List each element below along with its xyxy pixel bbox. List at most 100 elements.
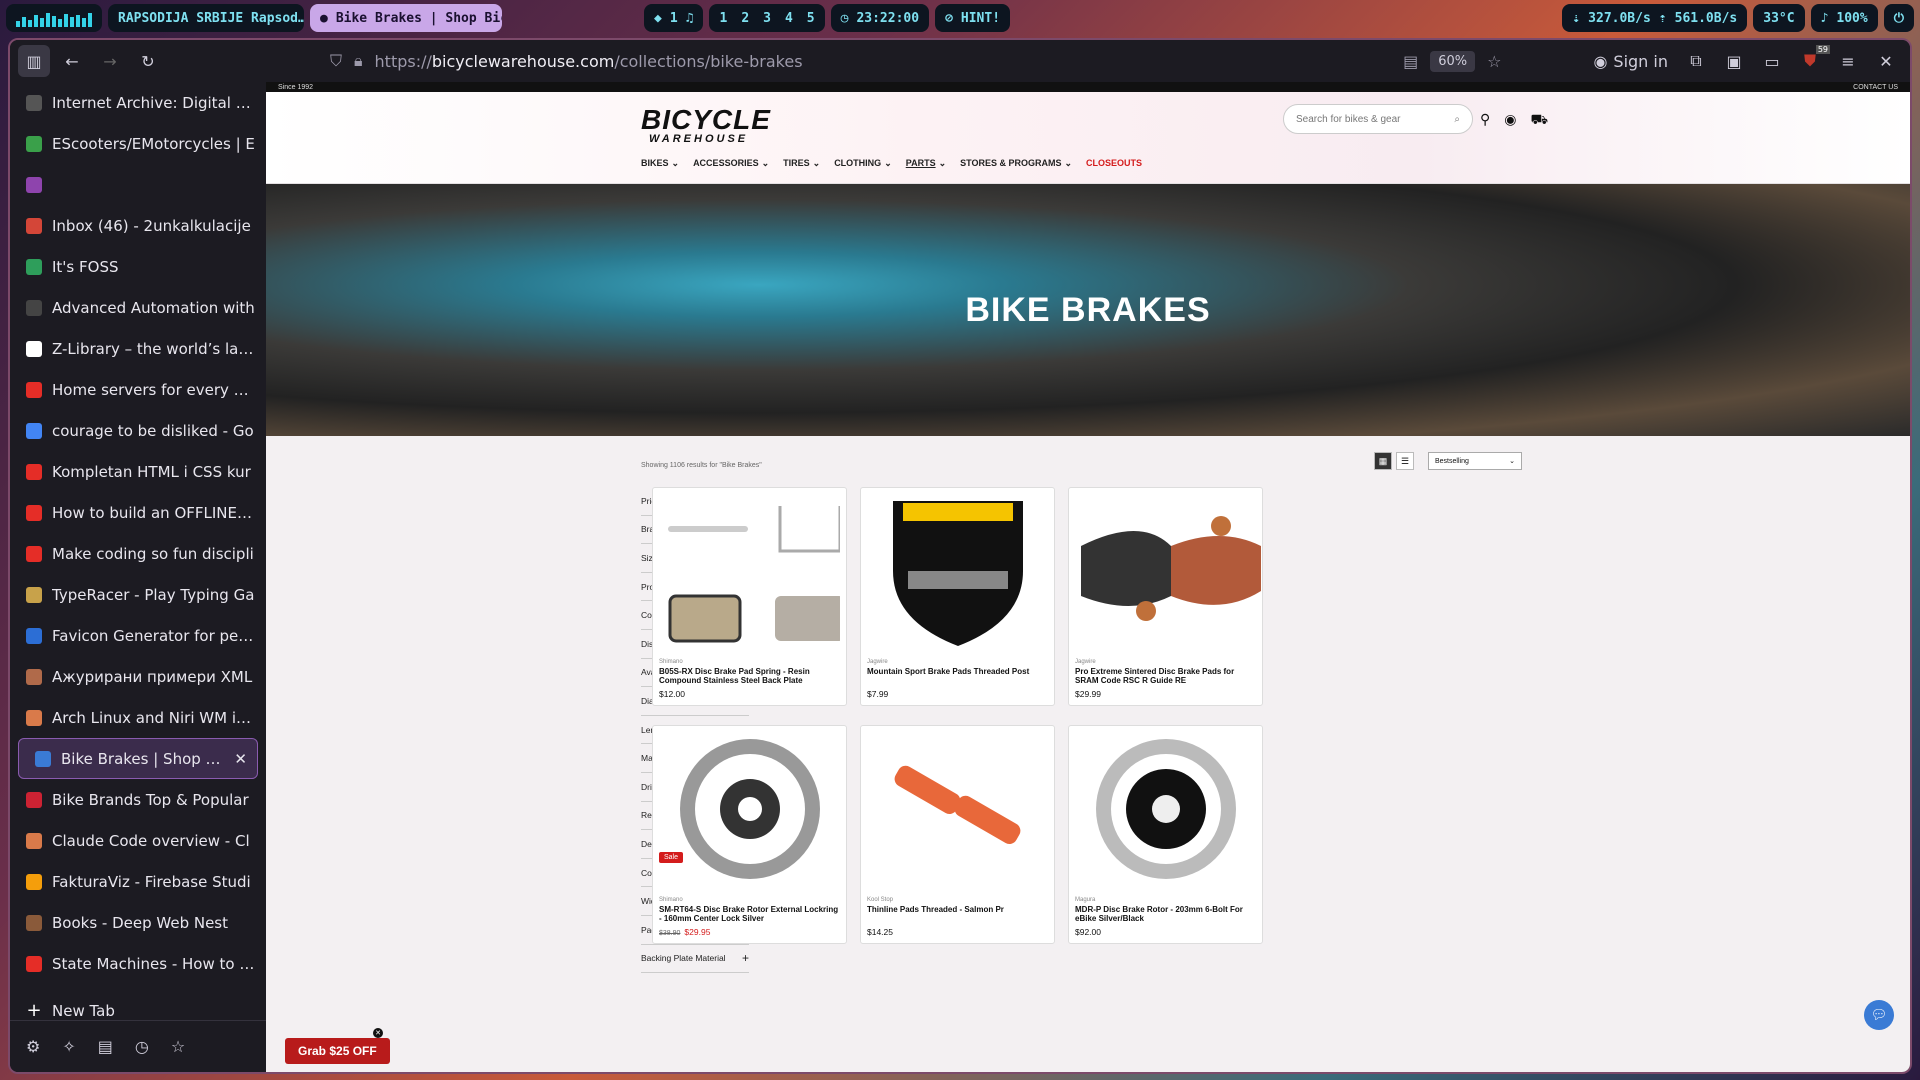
sidebar-tab[interactable]: How to build an OFFLINE m <box>10 492 266 533</box>
url-bar[interactable]: ⛉ 🔒︎ https://bicyclewarehouse.com/collec… <box>316 44 1515 78</box>
sidebar-tab[interactable]: Home servers for every bud <box>10 369 266 410</box>
product-card[interactable]: Kool Stop Thinline Pads Threaded - Salmon… <box>860 725 1055 944</box>
workspace-3[interactable]: 3 <box>763 11 771 26</box>
settings-icon[interactable]: ⚙ <box>26 1037 40 1056</box>
product-card[interactable]: Magura MDR-P Disc Brake Rotor - 203mm 6-B… <box>1068 725 1263 944</box>
menu-item[interactable]: ACCESSORIES <box>693 158 759 169</box>
workspace-5[interactable]: 5 <box>807 11 815 26</box>
sign-in-button[interactable]: ◉ Sign in <box>1587 45 1674 77</box>
sidebar-tab[interactable]: Favicon Generator for perfe <box>10 615 266 656</box>
drop-icon: ◆ <box>654 10 662 26</box>
temperature: 33°C <box>1753 4 1805 32</box>
product-card[interactable]: Shimano B05S-RX Disc Brake Pad Spring - R… <box>652 487 847 706</box>
volume[interactable]: ♪ 100% <box>1810 4 1878 32</box>
sidebar-tab[interactable]: Z-Library – the world’s large <box>10 328 266 369</box>
menu-item[interactable]: TIRES <box>783 158 810 169</box>
product-image[interactable] <box>1069 726 1262 892</box>
menu-item[interactable]: BIKES <box>641 158 669 169</box>
ai-icon[interactable]: ✧ <box>62 1037 75 1056</box>
sidebar-tab[interactable]: Kompletan HTML i CSS kur <box>10 451 266 492</box>
sidebar-tab[interactable]: Make coding so fun discipli <box>10 533 266 574</box>
menu-item[interactable]: CLOSEOUTS <box>1086 158 1142 169</box>
site-logo[interactable]: BICYCLE WAREHOUSE <box>641 106 771 145</box>
product-image[interactable] <box>861 488 1054 654</box>
menu-item[interactable]: PARTS <box>906 158 936 169</box>
sidebar-toggle-icon[interactable]: ▥ <box>18 45 50 77</box>
sidebar-tab[interactable]: FakturaViz - Firebase Studi <box>10 861 266 902</box>
filter-item[interactable]: Backing Plate Material + <box>641 945 749 974</box>
product-image[interactable] <box>653 488 846 654</box>
product-price: $92.00 <box>1075 927 1101 937</box>
promo-button[interactable]: Grab $25 OFF <box>285 1038 390 1064</box>
active-window-title[interactable]: ●Bike Brakes | Shop Bicy… <box>310 4 502 32</box>
product-price: $7.99 <box>867 689 889 699</box>
sidebar-tab[interactable]: Books - Deep Web Nest <box>10 902 266 943</box>
cart-icon[interactable]: ⛟ <box>1530 111 1548 130</box>
list-view-icon[interactable]: ☰ <box>1396 452 1414 470</box>
zoom-level[interactable]: 60% <box>1430 50 1476 72</box>
product-image[interactable] <box>861 726 1054 892</box>
sidebar-tab[interactable]: Bike Brands Top & Popular <box>10 779 266 820</box>
sidebar-tab[interactable]: Advanced Automation with <box>10 287 266 328</box>
bookmark-star-icon[interactable]: ☆ <box>1487 52 1501 71</box>
product-card[interactable]: Sale Shimano SM-RT64-S Disc Brake Rotor Ex… <box>652 725 847 944</box>
promo-close-icon[interactable]: ✕ <box>373 1028 383 1038</box>
reload-icon[interactable]: ↻ <box>132 45 164 77</box>
product-name[interactable]: B05S-RX Disc Brake Pad Spring - Resin Co… <box>659 667 840 686</box>
sidebar-tab[interactable]: Arch Linux and Niri WM inst <box>10 697 266 738</box>
close-tab-icon[interactable]: ✕ <box>234 750 247 768</box>
sidebar-tab[interactable]: TypeRacer - Play Typing Ga <box>10 574 266 615</box>
product-brand: Shimano <box>659 897 683 903</box>
sort-select[interactable]: Bestselling ⌄ <box>1428 452 1522 470</box>
sidebar-tab[interactable]: It's FOSS <box>10 246 266 287</box>
ublock-icon[interactable]: ⛊ 59 <box>1794 45 1830 77</box>
hint-widget[interactable]: ⊘ HINT! <box>935 4 1011 32</box>
menu-icon[interactable]: ≡ <box>1832 45 1864 77</box>
sidebar-tab[interactable]: Bike Brakes | Shop Bicyc ✕ <box>18 738 258 779</box>
containers-icon[interactable]: ▣ <box>1718 45 1750 77</box>
back-icon[interactable]: ← <box>56 45 88 77</box>
contact-link[interactable]: CONTACT US <box>1853 84 1898 91</box>
product-image[interactable] <box>1069 488 1262 654</box>
page-title: BIKE BRAKES <box>965 290 1211 329</box>
menu-item[interactable]: STORES & PROGRAMS <box>960 158 1061 169</box>
bike-icon[interactable]: ⚲ <box>1480 111 1490 130</box>
forward-icon[interactable]: → <box>94 45 126 77</box>
product-brand: Shimano <box>659 659 683 665</box>
product-name[interactable]: Mountain Sport Brake Pads Threaded Post <box>867 667 1048 677</box>
sidebar-tab[interactable]: EScooters/EMotorcycles | E <box>10 123 266 164</box>
workspace-2[interactable]: 2 <box>741 11 749 26</box>
panel-icon[interactable]: ▭ <box>1756 45 1788 77</box>
product-name[interactable]: Thinline Pads Threaded - Salmon Pr <box>867 905 1048 915</box>
history-panel-icon[interactable]: ▤ <box>98 1037 113 1056</box>
menu-item[interactable]: CLOTHING <box>834 158 881 169</box>
sidebar-tab[interactable]: Inbox (46) - 2unkalkulacije <box>10 205 266 246</box>
history-icon[interactable]: ◷ <box>135 1037 149 1056</box>
product-image[interactable] <box>653 726 846 892</box>
reader-icon[interactable]: ▤ <box>1403 52 1418 71</box>
chat-icon[interactable]: 💬︎ <box>1864 1000 1894 1030</box>
workspace-1[interactable]: 1 <box>719 11 727 26</box>
power-icon[interactable]: ⏻ <box>1883 4 1914 32</box>
sidebar-tab[interactable]: courage to be disliked - Go <box>10 410 266 451</box>
close-window-icon[interactable]: ✕ <box>1870 45 1902 77</box>
clock-icon: ◷ <box>840 10 849 26</box>
product-name[interactable]: SM-RT64-S Disc Brake Rotor External Lock… <box>659 905 840 924</box>
account-icon[interactable]: ◉ <box>1504 111 1516 130</box>
bookmarks-icon[interactable]: ☆ <box>171 1037 185 1056</box>
workspace-4[interactable]: 4 <box>785 11 793 26</box>
product-name[interactable]: MDR-P Disc Brake Rotor - 203mm 6-Bolt Fo… <box>1075 905 1256 924</box>
grid-view-icon[interactable]: ▦ <box>1374 452 1392 470</box>
product-name[interactable]: Pro Extreme Sintered Disc Brake Pads for… <box>1075 667 1256 686</box>
sidebar-tab[interactable] <box>10 164 266 205</box>
ws-indicator: ◆ 1 ♫ <box>644 4 704 32</box>
media-title[interactable]: RAPSODIJA SRBIJE Rapsod… <box>108 4 304 32</box>
sidebar-tab[interactable]: Internet Archive: Digital Libr <box>10 82 266 123</box>
sidebar-tab[interactable]: State Machines - How to en <box>10 943 266 984</box>
extensions-icon[interactable]: ⧉ <box>1680 45 1712 77</box>
sidebar-tab[interactable]: Claude Code overview - Cl <box>10 820 266 861</box>
site-search-input[interactable]: Search for bikes & gear ⌕ <box>1283 104 1473 134</box>
product-card[interactable]: Jagwire Pro Extreme Sintered Disc Brake P… <box>1068 487 1263 706</box>
sidebar-tab[interactable]: Ажурирани примери XML <box>10 656 266 697</box>
product-card[interactable]: Jagwire Mountain Sport Brake Pads Threade… <box>860 487 1055 706</box>
